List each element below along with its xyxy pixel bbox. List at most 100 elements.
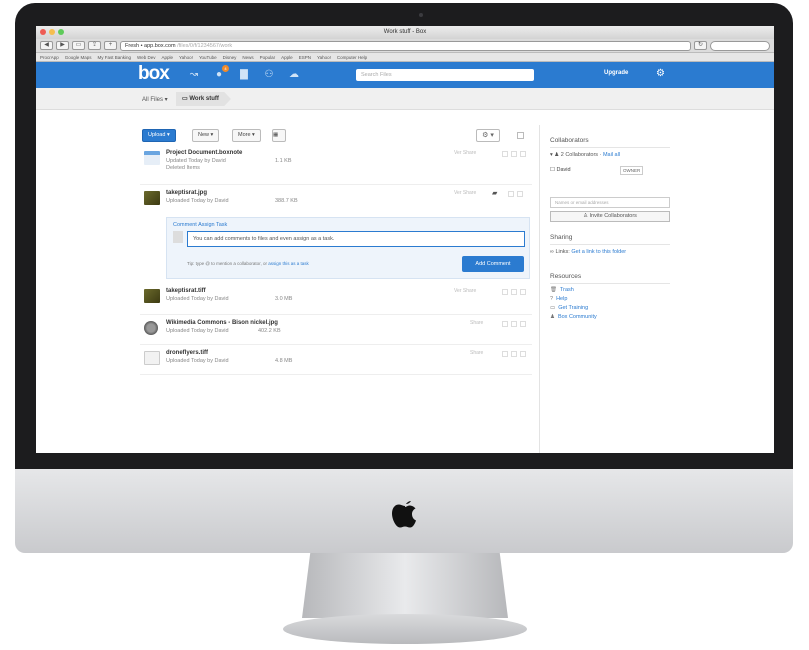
options-gear-icon[interactable]: ⚙ ▾ — [476, 129, 500, 142]
files-icon[interactable]: ▇ — [238, 69, 250, 81]
sync-icon[interactable]: ☁ — [288, 69, 300, 81]
select-all-checkbox[interactable] — [517, 132, 524, 139]
file-size: 3.0 MB — [275, 296, 293, 302]
gear-icon[interactable]: ⚙ — [656, 68, 665, 79]
comment-tabs[interactable]: Comment Assign Task — [173, 222, 227, 228]
breadcrumb-all-files[interactable]: All Files ▾ — [142, 96, 168, 103]
monitor-stand-base — [283, 614, 527, 644]
file-row[interactable]: takeptisrat.jpg Uploaded Today by David … — [140, 185, 532, 217]
sharing-info: ∞ Links: Get a link to this folder — [550, 249, 627, 255]
file-name[interactable]: Project Document.boxnote — [166, 150, 242, 156]
file-meta: Uploaded Today by David — [166, 198, 229, 204]
collaborator-row[interactable]: ☐ David OWNER — [550, 166, 774, 177]
file-actions[interactable]: Ver Share — [454, 190, 476, 196]
bookmark-item[interactable]: ESPN — [299, 53, 311, 61]
file-action-icons[interactable] — [502, 289, 526, 295]
resource-trash[interactable]: 🗑 Trash — [550, 287, 774, 293]
file-action-icons[interactable] — [502, 351, 526, 357]
file-name[interactable]: takeptisrat.tiff — [166, 288, 206, 294]
bookmark-item[interactable]: My Fast Banking — [98, 53, 132, 61]
back-button[interactable]: ◀ — [40, 41, 53, 50]
collaborators-title: Collaborators — [550, 137, 589, 144]
bookmark-item[interactable]: Apple — [281, 53, 293, 61]
assign-task-link[interactable]: assign this as a task — [268, 261, 309, 266]
comment-icon[interactable]: ▰ — [492, 189, 497, 197]
mail-all-link[interactable]: Mail all — [603, 152, 620, 158]
file-actions[interactable]: Ver Share — [454, 288, 476, 294]
file-actions[interactable]: Share — [470, 350, 483, 356]
add-tab-button[interactable]: + — [104, 41, 117, 50]
invite-collaborators-button[interactable]: ♙ Invite Collaborators — [550, 211, 670, 222]
file-action-icons[interactable] — [502, 321, 526, 327]
browser-search-field[interactable] — [710, 40, 770, 51]
file-meta: Uploaded Today by David — [166, 328, 229, 334]
notification-badge: 4 — [222, 65, 229, 72]
bookmark-item[interactable]: Disney — [223, 53, 237, 61]
bookmark-item[interactable]: Yahoo! — [317, 53, 331, 61]
file-actions[interactable]: Ver Share — [454, 150, 476, 156]
file-name[interactable]: takeptisrat.jpg — [166, 190, 207, 196]
camera — [419, 13, 423, 17]
address-bar[interactable]: Fresh • app.box.com /files/0/f/1234567/w… — [120, 40, 691, 51]
updates-icon[interactable]: ↝ — [188, 69, 200, 81]
upgrade-button[interactable]: Upgrade — [604, 70, 628, 76]
avatar — [173, 231, 183, 243]
community-icon: ♟ — [550, 314, 555, 320]
url-host: Fresh • app.box.com — [125, 42, 176, 49]
close-window-button[interactable] — [40, 29, 46, 35]
file-row[interactable]: Project Document.boxnote Updated Today b… — [140, 145, 532, 185]
browser-titlebar: Work stuff - Box — [36, 26, 774, 39]
notifications-icon[interactable]: ● 4 — [213, 65, 229, 81]
new-button[interactable]: New ▾ — [192, 129, 220, 142]
search-icon[interactable]: ⌕ — [524, 69, 536, 81]
file-action-icons[interactable] — [502, 151, 526, 157]
collaborator-role-badge: OWNER — [620, 166, 644, 175]
add-comment-button[interactable]: Add Comment — [462, 256, 524, 272]
reload-icon[interactable]: ↻ — [694, 41, 707, 50]
sidebar: Collaborators ▾ ♟ 2 Collaborators · Mail… — [539, 125, 774, 453]
file-name[interactable]: droneflyers.tiff — [166, 350, 208, 356]
file-row[interactable]: takeptisrat.tiff Uploaded Today by David… — [140, 283, 532, 315]
help-icon: ? — [550, 296, 554, 302]
sidebar-icon[interactable]: ▭ — [72, 41, 85, 50]
box-search-input[interactable]: Search Files — [356, 69, 534, 81]
collaborators-count: ▾ ♟ 2 Collaborators · Mail all — [550, 152, 621, 158]
view-toggle-icon[interactable]: ▦ — [272, 129, 286, 142]
file-row[interactable]: droneflyers.tiff Uploaded Today by David… — [140, 345, 532, 375]
bookmark-item[interactable]: Popular — [260, 53, 276, 61]
file-size: 4.8 MB — [275, 358, 293, 364]
bookmark-item[interactable]: Computer Help — [337, 53, 367, 61]
bookmark-item[interactable]: Google Maps — [65, 53, 92, 61]
collaborators-icon[interactable]: ⚇ — [263, 69, 275, 81]
comment-input[interactable]: You can add comments to files and even a… — [187, 231, 525, 247]
file-action-icons[interactable] — [508, 191, 523, 197]
bookmark-item[interactable]: Yahoo! — [179, 53, 193, 61]
get-link-link[interactable]: Get a link to this folder — [571, 249, 626, 255]
resource-community[interactable]: ♟ Box Community — [550, 314, 774, 320]
breadcrumb-current-folder[interactable]: ▭ Work stuff — [176, 92, 231, 106]
file-actions[interactable]: Share — [470, 320, 483, 326]
file-name[interactable]: Wikimedia Commons - Bison nickel.jpg — [166, 320, 278, 326]
resource-help[interactable]: ? Help — [550, 296, 774, 302]
resource-training[interactable]: ▭ Get Training — [550, 305, 774, 311]
divider — [550, 283, 670, 284]
bookmark-item[interactable]: Apple — [161, 53, 173, 61]
bookmark-item[interactable]: YouTube — [199, 53, 217, 61]
invite-input[interactable]: Names or email addresses — [550, 197, 670, 208]
url-path: /files/0/f/1234567/work — [177, 42, 233, 49]
forward-button[interactable]: ▶ — [56, 41, 69, 50]
minimize-window-button[interactable] — [49, 29, 55, 35]
bookmark-item[interactable]: ProcrApp — [40, 53, 59, 61]
share-icon[interactable]: ⇪ — [88, 41, 101, 50]
box-logo[interactable]: box — [138, 63, 170, 85]
comment-panel: Comment Assign Task You can add comments… — [166, 217, 530, 279]
bookmark-item[interactable]: Web Dev — [137, 53, 155, 61]
more-button[interactable]: More ▾ — [232, 129, 261, 142]
upload-button[interactable]: Upload ▾ — [142, 129, 176, 142]
sharing-title: Sharing — [550, 234, 573, 241]
file-size: 1.1 KB — [275, 158, 292, 164]
bookmark-item[interactable]: News — [242, 53, 253, 61]
image-thumbnail — [144, 289, 160, 303]
file-row[interactable]: Wikimedia Commons - Bison nickel.jpg Upl… — [140, 315, 532, 345]
zoom-window-button[interactable] — [58, 29, 64, 35]
